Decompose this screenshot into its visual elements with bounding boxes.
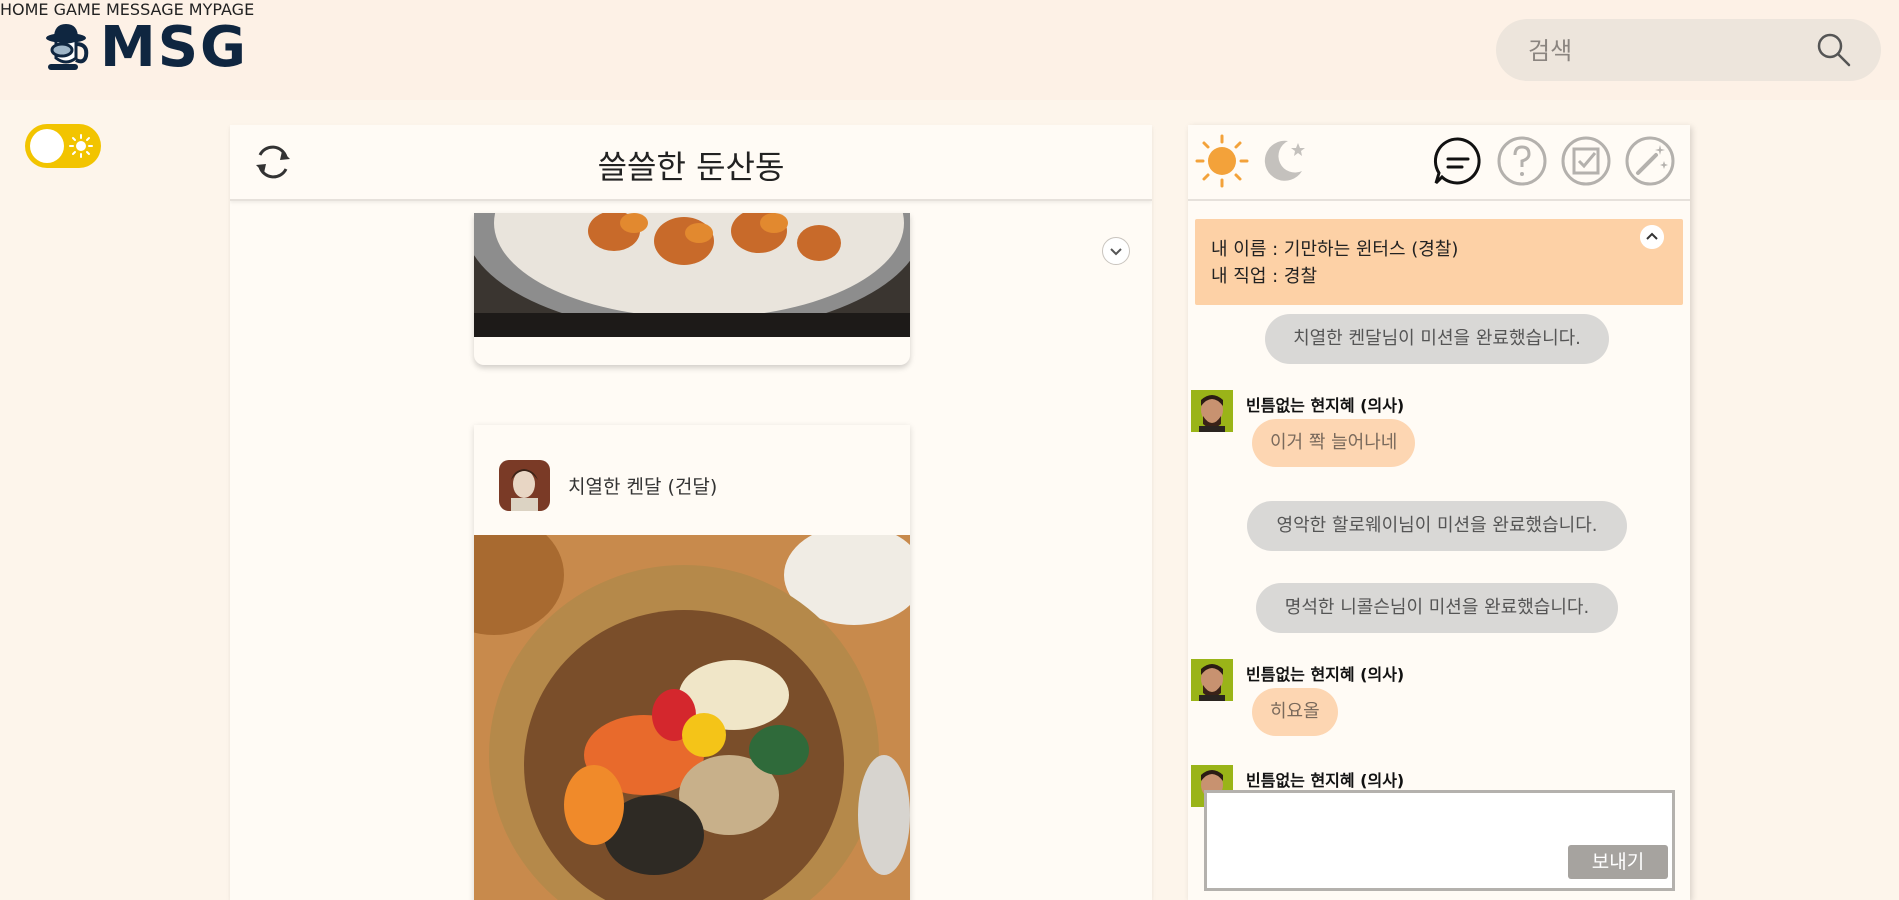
vote-check-icon[interactable] [1558, 133, 1614, 189]
post-author: 치열한 켄달 (건달) [568, 476, 718, 498]
send-button[interactable]: 보내기 [1568, 845, 1668, 879]
system-message: 영악한 할로웨이님이 미션을 완료했습니다. [1247, 501, 1627, 551]
chat-bubble: 히요올 [1252, 688, 1338, 736]
feed-header: 쓸쓸한 둔산동 [230, 125, 1152, 201]
my-role-info: 내 이름 : 기만하는 윈터스 (경찰) 내 직업 : 경찰 [1195, 219, 1683, 305]
sun-icon [69, 134, 93, 158]
message-author: 빈틈없는 현지혜 (의사) [1246, 665, 1405, 684]
chat-icon[interactable] [1430, 133, 1486, 189]
theme-toggle[interactable] [25, 124, 101, 168]
user-avatar[interactable] [1191, 390, 1233, 432]
chat-bubble: 이거 쫙 늘어나네 [1252, 419, 1416, 467]
room-title: 쓸쓸한 둔산동 [597, 148, 785, 186]
nav-game[interactable]: GAME [54, 0, 101, 19]
chevron-down-icon[interactable] [1102, 237, 1130, 265]
system-message: 치열한 켄달님이 미션을 완료했습니다. [1265, 314, 1609, 364]
search-icon[interactable] [1816, 32, 1852, 68]
message-author: 빈틈없는 현지혜 (의사) [1246, 396, 1405, 415]
bibimbap-photo [474, 535, 910, 900]
search-input[interactable] [1526, 33, 1810, 69]
chat-panel: 내 이름 : 기만하는 윈터스 (경찰) 내 직업 : 경찰 치열한 켄달님이 … [1188, 125, 1690, 900]
feed-post-card[interactable]: 치열한 켄달 (건달) [474, 425, 910, 900]
message-author: 빈틈없는 현지혜 (의사) [1246, 771, 1405, 790]
feed-post-card[interactable] [474, 213, 910, 365]
detective-logo-icon [46, 24, 89, 70]
chevron-up-icon[interactable] [1640, 225, 1664, 249]
nav-home[interactable]: HOME [0, 0, 49, 19]
author-avatar[interactable] [499, 460, 550, 511]
my-name-line: 내 이름 : 기만하는 윈터스 (경찰) [1211, 239, 1459, 260]
magic-wand-icon[interactable] [1622, 133, 1678, 189]
logo-text: MSG [100, 15, 249, 80]
night-moon-icon[interactable] [1254, 133, 1310, 189]
user-avatar[interactable] [1191, 659, 1233, 701]
system-message: 명석한 니콜슨님이 미션을 완료했습니다. [1256, 583, 1618, 633]
msg-logo[interactable]: MSG [38, 20, 248, 76]
toggle-knob [30, 129, 64, 163]
feed-panel: 쓸쓸한 둔산동 치열한 켄달 (건달) [230, 125, 1152, 900]
my-job-line: 내 직업 : 경찰 [1211, 266, 1318, 287]
day-sun-icon[interactable] [1194, 133, 1250, 189]
top-header: MSG HOME GAME MESSAGE MYPAGE [0, 0, 1899, 100]
chat-header [1188, 125, 1690, 201]
message-input[interactable] [1213, 799, 1547, 883]
help-icon[interactable] [1494, 133, 1550, 189]
message-compose: 보내기 [1204, 790, 1675, 891]
food-photo [474, 213, 910, 337]
